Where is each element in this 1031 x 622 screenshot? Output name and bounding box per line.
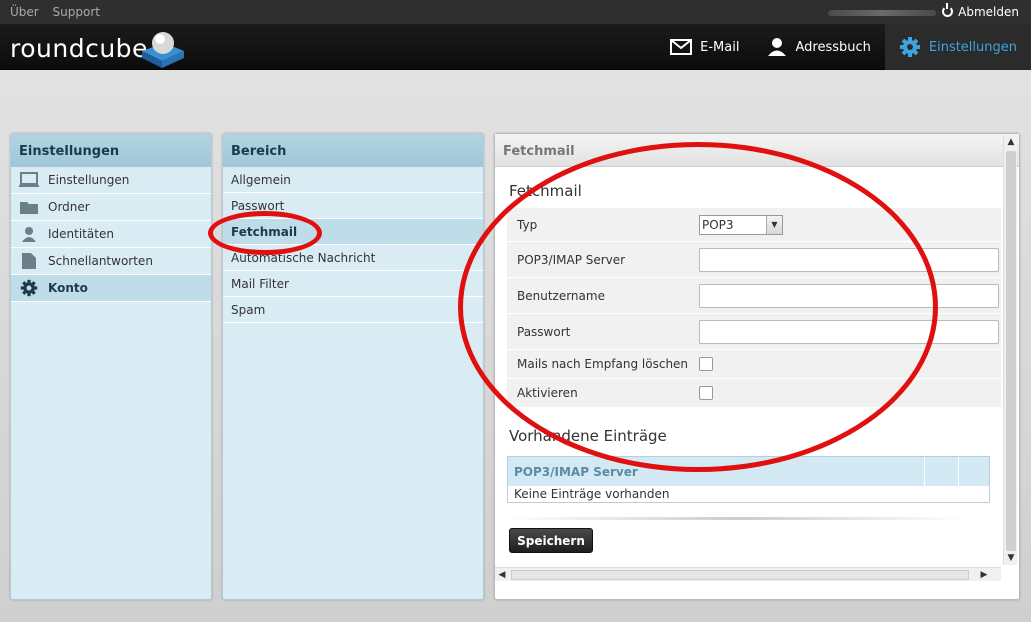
section-item-password[interactable]: Passwort (223, 193, 483, 219)
username-input[interactable] (699, 283, 999, 308)
column-divider (924, 457, 925, 486)
vertical-scrollbar[interactable]: ▲ ▼ (1003, 135, 1017, 565)
section-item-label: Passwort (231, 198, 285, 213)
table-empty-row: Keine Einträge vorhanden (514, 487, 670, 501)
about-link[interactable]: Über (10, 5, 39, 19)
logout-label: Abmelden (958, 5, 1019, 19)
table-header: POP3/IMAP Server (508, 457, 989, 486)
settings-item-label: Identitäten (48, 227, 114, 241)
settings-item-account[interactable]: Konto (11, 275, 211, 302)
power-icon (942, 3, 954, 17)
section-title: Fetchmail (509, 182, 582, 200)
password-input[interactable] (699, 319, 999, 344)
settings-item-label: Einstellungen (48, 173, 130, 187)
server-input[interactable] (699, 247, 999, 272)
section-item-spam[interactable]: Spam (223, 297, 483, 323)
delete-checkbox[interactable] (699, 357, 713, 371)
server-label: POP3/IMAP Server (517, 252, 626, 267)
nav-mail[interactable]: E-Mail (656, 24, 753, 70)
save-button[interactable]: Speichern (509, 528, 593, 553)
type-row: Typ POP3 ▼ (507, 208, 1001, 242)
main-nav: E-Mail Adressbuch Einstellungen (656, 24, 1031, 70)
section-item-autoreply[interactable]: Automatische Nachricht (223, 245, 483, 271)
enable-label: Aktivieren (517, 386, 578, 400)
section-item-general[interactable]: Allgemein (223, 167, 483, 193)
top-bar: Über Support Abmelden (0, 0, 1031, 24)
gear-icon (19, 279, 39, 297)
content-panel: Fetchmail Fetchmail Typ POP3 ▼ POP3/IMAP… (494, 133, 1020, 600)
logout-button[interactable]: Abmelden (942, 3, 1019, 19)
scroll-thumb[interactable] (1006, 151, 1016, 551)
delete-row: Mails nach Empfang löschen (507, 350, 1001, 379)
section-item-label: Allgemein (231, 172, 291, 187)
chevron-down-icon: ▼ (766, 215, 782, 234)
enable-row: Aktivieren (507, 379, 1001, 408)
section-item-label: Fetchmail (231, 224, 298, 239)
nav-settings[interactable]: Einstellungen (884, 24, 1031, 70)
support-link[interactable]: Support (53, 5, 100, 19)
username-label: Benutzername (517, 288, 605, 303)
username-redacted (828, 10, 936, 16)
nav-mail-label: E-Mail (700, 39, 740, 55)
settings-panel-title: Einstellungen (11, 134, 211, 167)
section-item-label: Mail Filter (231, 276, 289, 291)
nav-settings-label: Einstellungen (928, 39, 1017, 55)
envelope-icon (670, 39, 693, 55)
column-divider (958, 457, 959, 486)
section-item-label: Spam (231, 302, 266, 317)
settings-item-preferences[interactable]: Einstellungen (11, 167, 211, 194)
settings-panel: Einstellungen Einstellungen Ordner Ident… (10, 133, 212, 600)
existing-title: Vorhandene Einträge (509, 427, 667, 445)
settings-item-folders[interactable]: Ordner (11, 194, 211, 221)
type-value: POP3 (702, 217, 734, 232)
password-label: Passwort (517, 324, 571, 339)
content-header: Fetchmail (495, 134, 1019, 167)
type-label: Typ (517, 217, 538, 232)
settings-item-label: Schnellantworten (48, 254, 153, 268)
header: roundcube E-Mail Adressbuch Einstellunge… (0, 24, 1031, 70)
identity-icon (19, 225, 39, 243)
settings-item-label: Konto (48, 281, 88, 295)
scroll-left-icon[interactable]: ◀ (495, 568, 509, 582)
scroll-right-icon[interactable]: ▶ (977, 568, 991, 582)
table-header-server[interactable]: POP3/IMAP Server (514, 465, 638, 479)
scroll-down-icon[interactable]: ▼ (1004, 551, 1018, 565)
section-item-fetchmail[interactable]: Fetchmail (223, 219, 483, 245)
gear-icon (899, 37, 920, 57)
delete-label: Mails nach Empfang löschen (517, 357, 689, 371)
section-panel-title: Bereich (223, 134, 483, 167)
folder-icon (19, 198, 39, 216)
scroll-up-icon[interactable]: ▲ (1004, 135, 1018, 149)
type-select[interactable]: POP3 ▼ (699, 214, 783, 235)
settings-item-label: Ordner (48, 200, 90, 214)
section-item-label: Automatische Nachricht (231, 250, 376, 265)
monitor-icon (19, 171, 39, 189)
settings-item-identities[interactable]: Identitäten (11, 221, 211, 248)
brand-text: roundcube (10, 34, 148, 63)
enable-checkbox[interactable] (699, 386, 713, 400)
person-icon (768, 38, 787, 56)
username-row: Benutzername (507, 278, 1001, 314)
server-row: POP3/IMAP Server (507, 242, 1001, 278)
horizontal-scrollbar[interactable]: ◀ ▶ (495, 567, 1001, 581)
document-icon (19, 252, 39, 270)
settings-item-responses[interactable]: Schnellantworten (11, 248, 211, 275)
cube-logo-icon (142, 32, 184, 68)
nav-addressbook[interactable]: Adressbuch (753, 24, 884, 70)
nav-addressbook-label: Adressbuch (795, 39, 871, 55)
section-panel: Bereich Allgemein Passwort Fetchmail Aut… (222, 133, 484, 600)
entries-table: POP3/IMAP Server Keine Einträge vorhande… (507, 456, 990, 503)
password-row: Passwort (507, 314, 1001, 350)
divider (507, 517, 967, 520)
section-item-mailfilter[interactable]: Mail Filter (223, 271, 483, 297)
scroll-thumb[interactable] (511, 570, 969, 580)
